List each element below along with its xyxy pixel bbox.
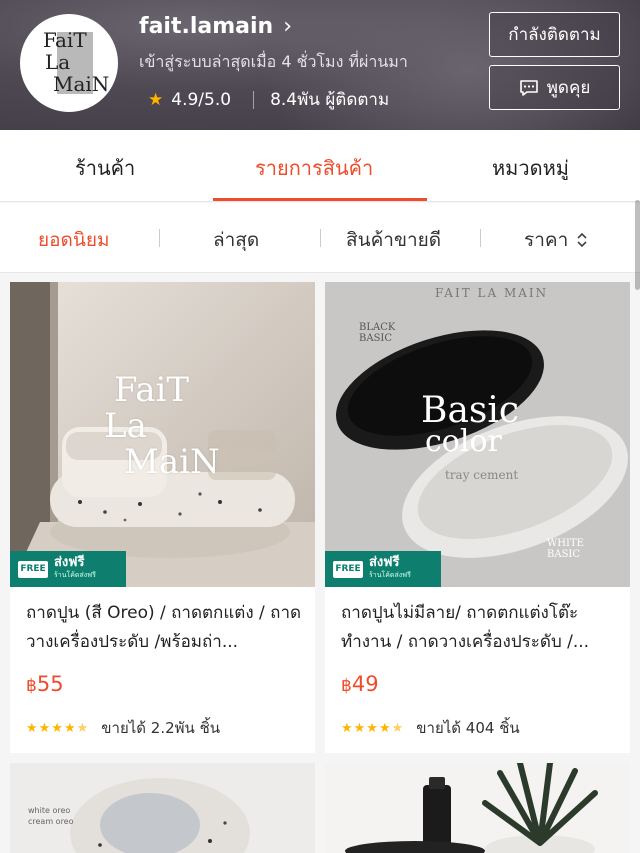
product-image [325,763,630,853]
product-price: ฿55 [26,672,64,696]
free-shipping-badge: FREE ส่งฟรี ร้านโค้ดส่งฟรี [10,551,126,587]
product-card[interactable]: white oreo cream oreo [10,763,315,853]
scrollbar[interactable] [635,200,640,290]
free-shipping-label: ส่งฟรี ร้านโค้ดส่งฟรี [54,555,96,579]
product-image: white oreo cream oreo [10,763,315,853]
last-active-text: เข้าสู่ระบบล่าสุดเมื่อ 4 ชั่วโมง ที่ผ่าน… [139,52,408,71]
divider [159,229,160,247]
star-icon: ★ [148,89,164,110]
product-image: FaiT La MaiN FREE ส่งฟรี ร้านโค้ดส่งฟรี [10,282,315,587]
sort-price[interactable]: ราคา [524,225,588,255]
product-title: ถาดปูนไม่มีลาย/ ถาดตกแต่งโต๊ะทำงาน / ถาด… [341,603,590,652]
shop-stats: ★ 4.9/5.0 8.4พัน ผู้ติดตาม [148,86,389,113]
shop-avatar[interactable]: F aiT La MaiN [20,14,118,112]
sort-bar: ยอดนิยม ล่าสุด สินค้าขายดี ราคา [0,203,640,273]
chat-button-label: พูดคุย [546,78,591,98]
product-price: ฿49 [341,672,379,696]
product-card[interactable]: FAIT LA MAIN BLACK BASIC Basic color tra… [325,282,630,753]
product-sold: ขายได้ 2.2พัน ชิ้น [101,719,220,737]
shop-rating: 4.9/5.0 [171,89,232,110]
divider [253,90,255,109]
shop-name: fait.lamain [139,14,274,39]
product-sold: ขายได้ 404 ชิ้น [416,719,520,737]
sort-updown-icon [577,232,587,248]
chevron-right-icon: › [283,14,293,39]
product-title: ถาดปูน (สี Oreo) / ถาดตกแต่ง / ถาดวางเคร… [26,603,302,652]
free-tag: FREE [333,560,363,578]
divider [320,229,321,247]
sort-latest[interactable]: ล่าสุด [213,225,259,255]
free-shipping-badge: FREE ส่งฟรี ร้านโค้ดส่งฟรี [325,551,441,587]
tab-shop[interactable]: ร้านค้า [75,152,135,184]
chat-button[interactable]: พูดคุย [489,65,620,110]
tab-products[interactable]: รายการสินค้า [255,152,373,184]
product-image-text: FAIT LA MAIN BLACK BASIC Basic color tra… [359,286,584,560]
active-tab-indicator [213,198,427,201]
following-button-label: กำลังติดตาม [508,25,601,45]
chat-bubble-icon [519,79,538,96]
product-rating: ★★★★★ ขายได้ 2.2พัน ชิ้น [26,716,220,740]
rating-stars-icon: ★★★★★ [341,720,405,736]
tab-categories[interactable]: หมวดหมู่ [492,152,569,184]
product-image-text: FaiT La MaiN [104,370,220,482]
following-button[interactable]: กำลังติดตาม [489,12,620,57]
free-shipping-label: ส่งฟรี ร้านโค้ดส่งฟรี [369,555,411,579]
shop-name-link[interactable]: fait.lamain › [139,14,292,39]
rating-stars-icon: ★★★★★ [26,720,90,736]
shop-header: F aiT La MaiN fait.lamain › เข้าสู่ระบบล… [0,0,640,130]
divider [480,229,481,247]
product-image-text: white oreo cream oreo [28,806,74,826]
product-card[interactable] [325,763,630,853]
shop-followers: 8.4พัน ผู้ติดตาม [270,90,390,110]
free-tag: FREE [18,560,48,578]
sort-best-selling[interactable]: สินค้าขายดี [346,225,441,255]
sort-price-label: ราคา [524,229,569,251]
product-image: FAIT LA MAIN BLACK BASIC Basic color tra… [325,282,630,587]
sort-popular[interactable]: ยอดนิยม [38,225,110,255]
shop-tabs: ร้านค้า รายการสินค้า หมวดหมู่ [0,130,640,202]
product-card[interactable]: FaiT La MaiN FREE ส่งฟรี ร้านโค้ดส่งฟรี … [10,282,315,753]
shop-logo: F aiT La MaiN [43,28,110,96]
product-rating: ★★★★★ ขายได้ 404 ชิ้น [341,716,520,740]
